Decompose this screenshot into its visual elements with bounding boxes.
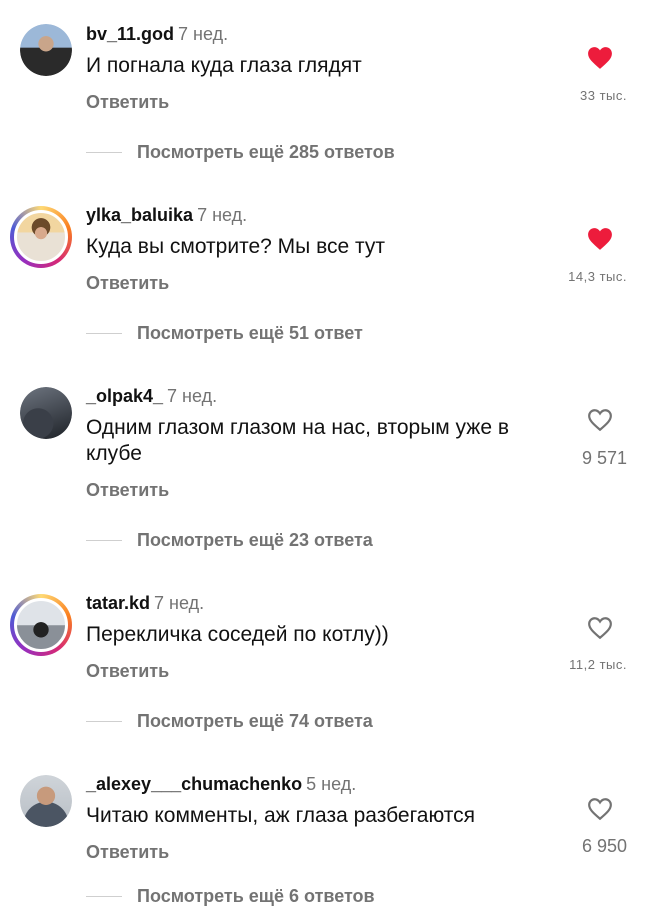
comment-meta: bv_11.god 7 нед. bbox=[86, 24, 228, 45]
username[interactable]: _alexey___chumachenko bbox=[86, 774, 302, 794]
view-replies-label: Посмотреть ещё 285 ответов bbox=[137, 141, 395, 162]
view-replies-label: Посмотреть ещё 23 ответа bbox=[137, 529, 373, 550]
reply-button[interactable]: Ответить bbox=[86, 480, 169, 501]
comment-text: Читаю комменты, аж глаза разбегаются bbox=[86, 804, 476, 827]
heart-filled-icon[interactable] bbox=[587, 227, 613, 251]
like-count: 9 571 bbox=[581, 448, 627, 468]
like-count: 6 950 bbox=[581, 836, 627, 856]
heart-filled-icon[interactable] bbox=[587, 46, 613, 70]
avatar-image bbox=[14, 598, 68, 652]
like-count: 11,2 тыс. bbox=[569, 657, 627, 672]
avatar-image bbox=[20, 24, 72, 76]
view-replies[interactable]: Посмотреть ещё 23 ответа bbox=[86, 528, 373, 552]
reply-button[interactable]: Ответить bbox=[86, 273, 169, 294]
avatar[interactable] bbox=[10, 594, 72, 656]
comment-meta: _alexey___chumachenko 5 нед. bbox=[86, 774, 356, 795]
reply-button[interactable]: Ответить bbox=[86, 842, 169, 863]
avatar[interactable] bbox=[20, 24, 72, 76]
view-replies[interactable]: Посмотреть ещё 6 ответов bbox=[86, 884, 375, 908]
comment-time: 7 нед. bbox=[197, 205, 248, 225]
view-replies-label: Посмотреть ещё 6 ответов bbox=[137, 885, 375, 906]
avatar-image bbox=[14, 210, 68, 264]
divider bbox=[86, 895, 122, 897]
heart-icon[interactable] bbox=[587, 408, 613, 432]
view-replies-label: Посмотреть ещё 51 ответ bbox=[137, 322, 363, 343]
username[interactable]: _olpak4_ bbox=[86, 386, 163, 406]
username[interactable]: bv_11.god bbox=[86, 24, 174, 44]
comment-time: 5 нед. bbox=[306, 774, 357, 794]
view-replies[interactable]: Посмотреть ещё 74 ответа bbox=[86, 709, 373, 733]
comment-text: Перекличка соседей по котлу)) bbox=[86, 623, 389, 646]
view-replies[interactable]: Посмотреть ещё 51 ответ bbox=[86, 321, 363, 345]
like-count: 14,3 тыс. bbox=[568, 269, 627, 284]
like-count: 33 тыс. bbox=[580, 88, 627, 103]
heart-icon[interactable] bbox=[587, 616, 613, 640]
heart-icon[interactable] bbox=[587, 797, 613, 821]
username[interactable]: tatar.kd bbox=[86, 593, 150, 613]
username[interactable]: ylka_baluika bbox=[86, 205, 193, 225]
divider bbox=[86, 720, 122, 722]
divider bbox=[86, 151, 122, 153]
comment-text: Куда вы смотрите? Мы все тут bbox=[86, 235, 385, 258]
reply-button[interactable]: Ответить bbox=[86, 92, 169, 113]
divider bbox=[86, 539, 122, 541]
comment-time: 7 нед. bbox=[167, 386, 218, 406]
comment-meta: ylka_baluika 7 нед. bbox=[86, 205, 247, 226]
comment-time: 7 нед. bbox=[178, 24, 229, 44]
avatar-image bbox=[20, 387, 72, 439]
divider bbox=[86, 332, 122, 334]
avatar[interactable] bbox=[20, 387, 72, 439]
comment-text: И погнала куда глаза глядят bbox=[86, 54, 362, 77]
view-replies-label: Посмотреть ещё 74 ответа bbox=[137, 710, 373, 731]
comment-text: Одним глазом глазом на нас, вторым уже в… bbox=[86, 416, 510, 465]
view-replies[interactable]: Посмотреть ещё 285 ответов bbox=[86, 140, 395, 164]
avatar-image bbox=[20, 775, 72, 827]
reply-button[interactable]: Ответить bbox=[86, 661, 169, 682]
comment-meta: _olpak4_ 7 нед. bbox=[86, 386, 217, 407]
comment-meta: tatar.kd 7 нед. bbox=[86, 593, 204, 614]
avatar[interactable] bbox=[10, 206, 72, 268]
comment-time: 7 нед. bbox=[154, 593, 205, 613]
avatar[interactable] bbox=[20, 775, 72, 827]
